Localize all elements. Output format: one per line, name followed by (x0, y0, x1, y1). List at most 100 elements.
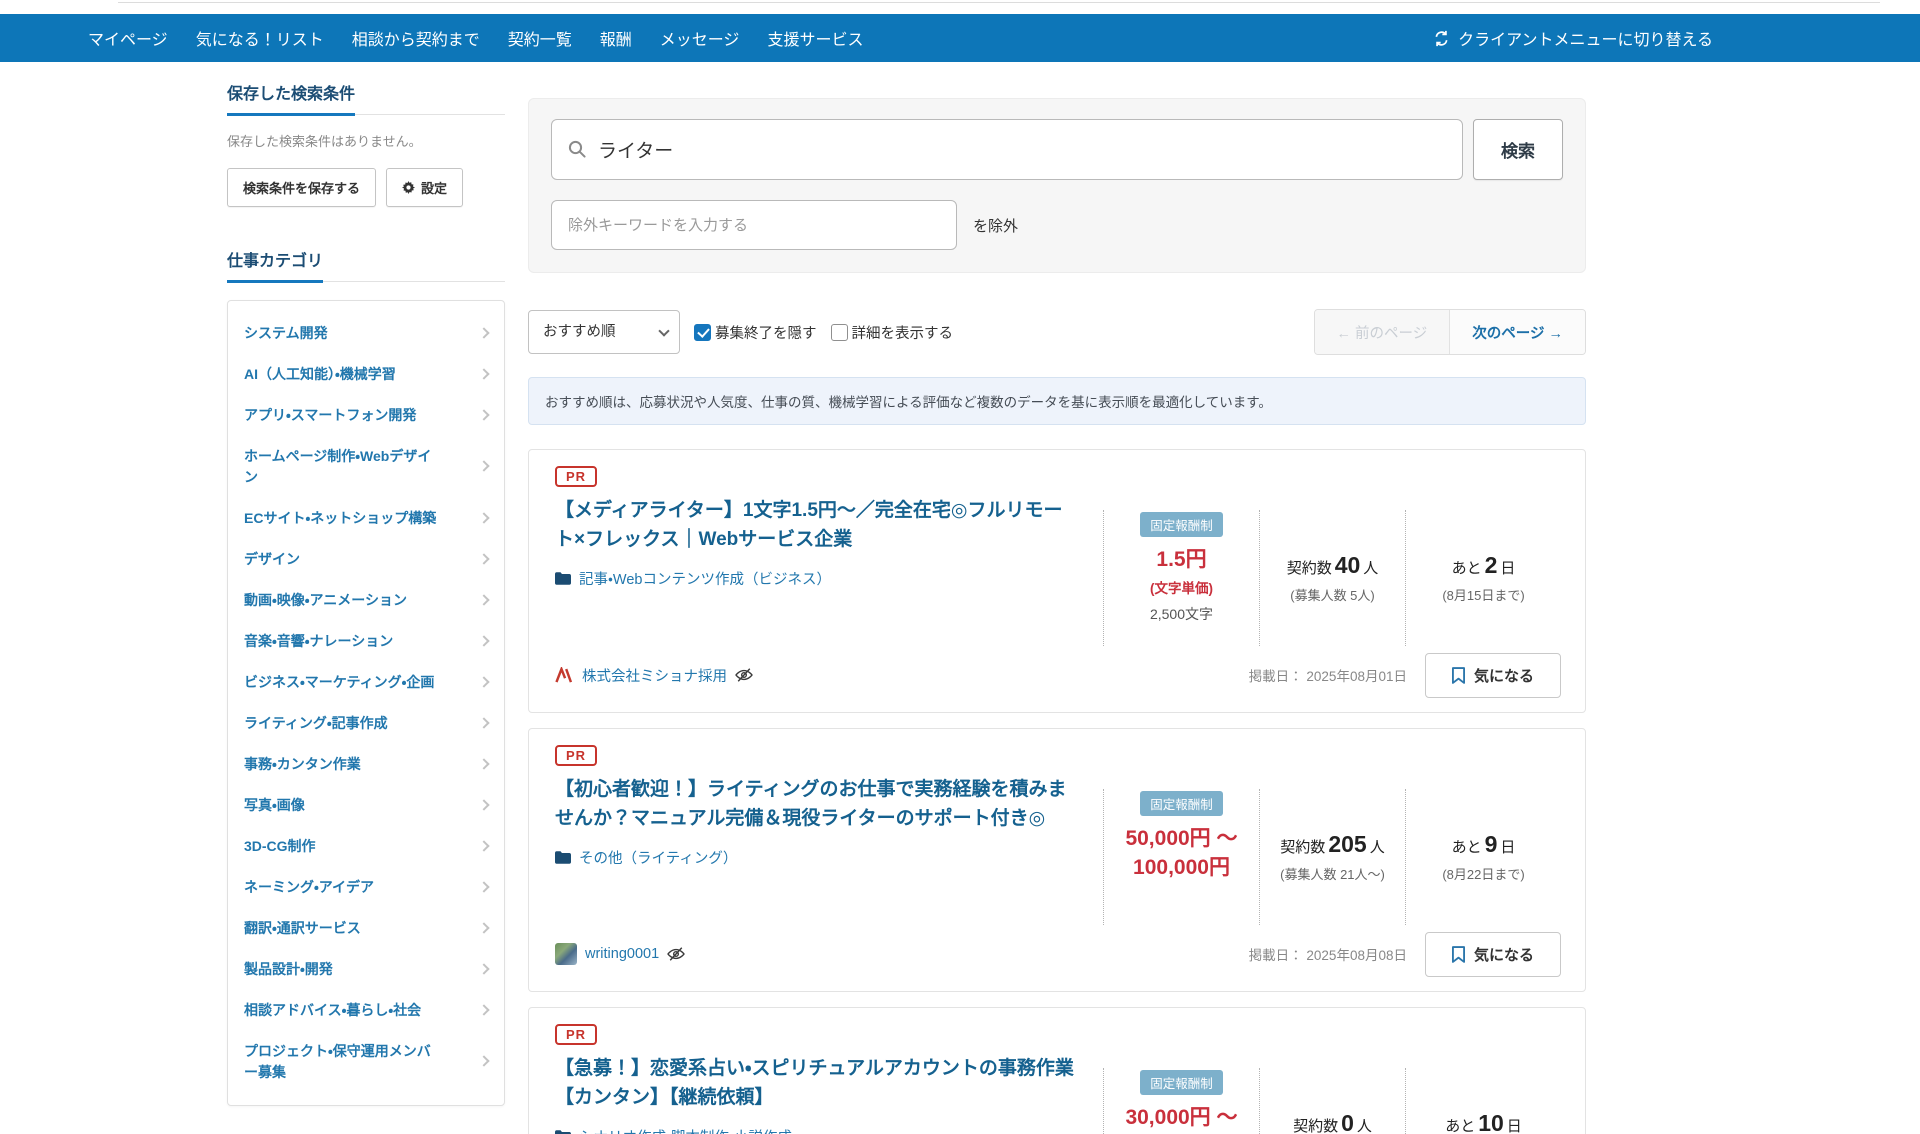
category-label: ECサイト・ネットショップ構築 (244, 508, 441, 529)
category-label: 事務・カンタン作業 (244, 754, 441, 775)
favorite-button[interactable]: 気になる (1425, 932, 1561, 977)
recruit-count: (募集人数 5人) (1290, 585, 1375, 604)
chevron-right-icon (478, 881, 489, 892)
price-unit-note: (文字単価) (1150, 577, 1213, 597)
category-link[interactable]: ネーミング・アイデア (228, 867, 504, 908)
deadline-column: あと9日 (8月22日まで) (1405, 789, 1561, 925)
nav-item[interactable]: マイページ (88, 26, 168, 50)
keyword-input[interactable] (551, 119, 1463, 180)
category-link[interactable]: 製品設計・開発 (228, 949, 504, 990)
sort-select[interactable]: おすすめ順 (528, 310, 680, 354)
price-amount-min: 50,000円 〜 (1125, 824, 1237, 853)
job-category-link[interactable]: その他（ライティング） (579, 847, 737, 868)
category-link[interactable]: デザイン (228, 539, 504, 580)
nav-item[interactable]: 相談から契約まで (352, 26, 480, 50)
category-label: システム開発 (244, 323, 441, 344)
category-link[interactable]: 写真・画像 (228, 785, 504, 826)
chevron-right-icon (478, 758, 489, 769)
chevron-right-icon (478, 635, 489, 646)
category-label: AI（人工知能）・機械学習 (244, 364, 441, 385)
contracts-count: 契約数205人 (1280, 831, 1384, 858)
price-column: 固定報酬制 1.5円 (文字単価) 2,500文字 (1103, 510, 1259, 646)
days-left: あと10日 (1445, 1110, 1522, 1134)
category-link[interactable]: ホームページ制作・Webデザイン (228, 436, 504, 498)
job-category-list: システム開発 AI（人工知能）・機械学習 アプリ・スマートフォン開発 ホームペー… (227, 300, 505, 1106)
save-search-button[interactable]: 検索条件を保存する (227, 168, 376, 207)
eye-off-icon[interactable] (735, 667, 753, 683)
category-link[interactable]: ビジネス・マーケティング・企画 (228, 662, 504, 703)
category-label: アプリ・スマートフォン開発 (244, 405, 441, 426)
category-link[interactable]: 音楽・音響・ナレーション (228, 621, 504, 662)
category-link[interactable]: 事務・カンタン作業 (228, 744, 504, 785)
eye-off-icon[interactable] (667, 946, 685, 962)
category-link[interactable]: ライティング・記事作成 (228, 703, 504, 744)
favorite-label: 気になる (1474, 665, 1534, 686)
category-link[interactable]: システム開発 (228, 313, 504, 354)
nav-item[interactable]: 報酬 (600, 26, 632, 50)
category-link[interactable]: 3D-CG制作 (228, 826, 504, 867)
job-card: PR 【初心者歓迎！】ライティングのお仕事で実務経験を積みませんか？マニュアル完… (528, 728, 1586, 992)
chevron-right-icon (478, 717, 489, 728)
category-link[interactable]: 翻訳・通訳サービス (228, 908, 504, 949)
nav-item[interactable]: 契約一覧 (508, 26, 572, 50)
category-link[interactable]: ECサイト・ネットショップ構築 (228, 498, 504, 539)
pay-type-badge: 固定報酬制 (1140, 791, 1223, 816)
pay-type-badge: 固定報酬制 (1140, 512, 1223, 537)
category-label: ライティング・記事作成 (244, 713, 441, 734)
deadline-column: あと2日 (8月15日まで) (1405, 510, 1561, 646)
top-navigation: マイページ 気になる！リスト 相談から契約まで 契約一覧 報酬 メッセージ 支援サービス ク… (0, 14, 1920, 62)
switch-label: クライアントメニューに切り替える (1458, 26, 1713, 50)
nav-item[interactable]: 支援サービス (767, 26, 863, 50)
search-button[interactable]: 検索 (1473, 119, 1563, 180)
price-amount-min: 30,000円 〜 (1125, 1103, 1237, 1132)
show-details-checkbox[interactable]: 詳細を表示する (831, 322, 954, 343)
client-link[interactable]: writing0001 (585, 946, 659, 962)
price-note: 2,500文字 (1150, 604, 1213, 624)
deadline-date: (8月15日まで) (1442, 585, 1524, 604)
chevron-right-icon (478, 1055, 489, 1066)
hide-closed-label: 募集終了を隠す (715, 322, 817, 343)
nav-menu: マイページ 気になる！リスト 相談から契約まで 契約一覧 報酬 メッセージ 支援サービス (88, 26, 863, 50)
chevron-right-icon (478, 327, 489, 338)
nav-item[interactable]: メッセージ (660, 26, 740, 50)
settings-button[interactable]: 設定 (386, 168, 463, 207)
exclude-keyword-input[interactable] (551, 200, 957, 250)
category-link[interactable]: プロジェクト・保守運用メンバー募集 (228, 1031, 504, 1093)
category-link[interactable]: AI（人工知能）・機械学習 (228, 354, 504, 395)
category-link[interactable]: 動画・映像・アニメーション (228, 580, 504, 621)
category-label: 動画・映像・アニメーション (244, 590, 441, 611)
job-title-link[interactable]: 【初心者歓迎！】ライティングのお仕事で実務経験を積みませんか？マニュアル完備＆現… (555, 776, 1079, 834)
folder-icon (555, 851, 571, 864)
favorite-button[interactable]: 気になる (1425, 653, 1561, 698)
chevron-right-icon (478, 922, 489, 933)
price-amount: 1.5円 (1156, 545, 1206, 574)
job-category-link[interactable]: 記事・Webコンテンツ作成（ビジネス） (579, 568, 831, 589)
search-panel: 検索 を除外 (528, 98, 1586, 273)
prev-page-button[interactable]: ← 前のページ (1315, 310, 1450, 354)
category-label: 写真・画像 (244, 795, 441, 816)
chevron-right-icon (478, 409, 489, 420)
job-card: PR 【メディアライター】1文字1.5円〜／完全在宅◎フルリモート×フレックス｜… (528, 449, 1586, 713)
chevron-right-icon (478, 676, 489, 687)
category-label: プロジェクト・保守運用メンバー募集 (244, 1041, 441, 1083)
category-label: 音楽・音響・ナレーション (244, 631, 441, 652)
category-label: デザイン (244, 549, 441, 570)
category-link[interactable]: アプリ・スマートフォン開発 (228, 395, 504, 436)
category-label: ビジネス・マーケティング・企画 (244, 672, 441, 693)
next-page-button[interactable]: 次のページ → (1449, 310, 1585, 354)
category-label: 3D-CG制作 (244, 836, 441, 857)
hide-closed-checkbox[interactable]: 募集終了を隠す (694, 322, 817, 343)
switch-to-client-menu[interactable]: クライアントメニューに切り替える (1433, 26, 1713, 50)
chevron-right-icon (478, 512, 489, 523)
pay-type-badge: 固定報酬制 (1140, 1070, 1223, 1095)
category-label: ホームページ制作・Webデザイン (244, 446, 441, 488)
job-title-link[interactable]: 【メディアライター】1文字1.5円〜／完全在宅◎フルリモート×フレックス｜Web… (555, 497, 1079, 555)
job-category-link[interactable]: シナリオ作成・脚本制作・小説作成 (579, 1126, 792, 1134)
nav-item[interactable]: 気になる！リスト (196, 26, 324, 50)
bookmark-icon (1452, 946, 1465, 963)
category-link[interactable]: 相談アドバイス・暮らし・社会 (228, 990, 504, 1031)
job-title-link[interactable]: 【急募！】恋愛系占い・スピリチュアルアカウントの事務作業【カンタン】【継続依頼】 (555, 1055, 1079, 1113)
checkbox-checked-icon (694, 324, 711, 341)
recruit-count: (募集人数 21人〜) (1280, 864, 1385, 883)
client-link[interactable]: 株式会社ミショナ採用 (582, 665, 727, 686)
